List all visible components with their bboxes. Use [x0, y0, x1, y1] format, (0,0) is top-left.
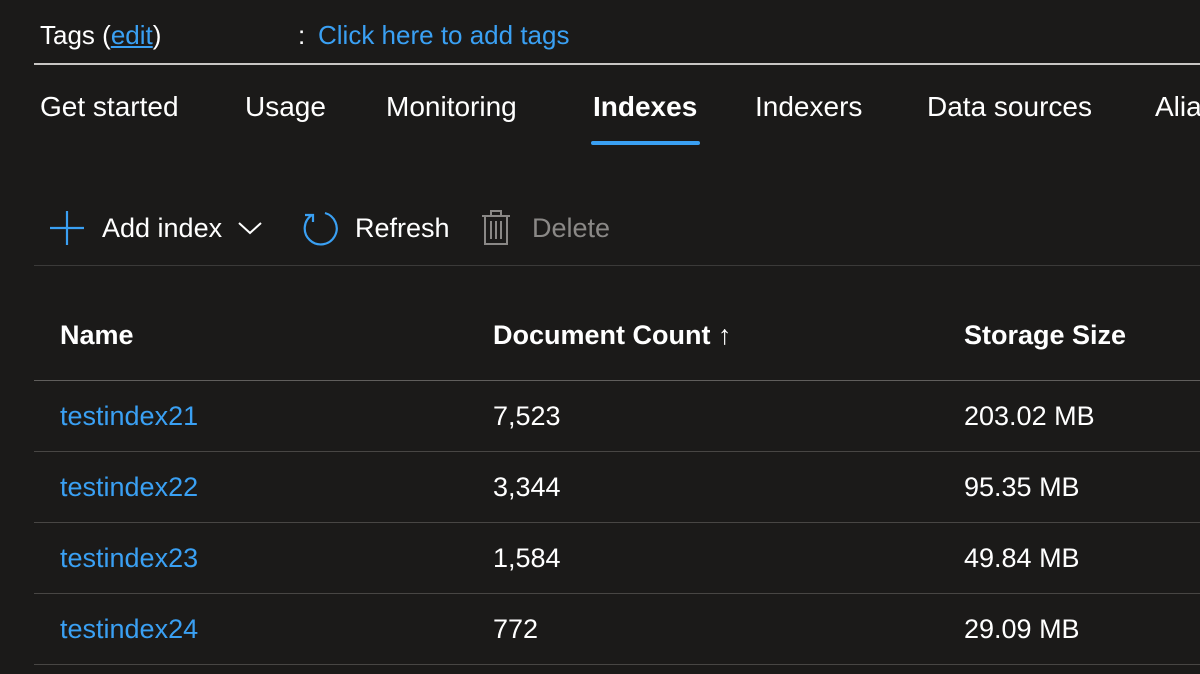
tab-aliases[interactable]: Alia	[1155, 80, 1200, 134]
table-header: Name Document Count ↑ Storage Size	[34, 298, 1200, 381]
tab-monitoring[interactable]: Monitoring	[386, 80, 517, 134]
index-name-link[interactable]: testindex21	[60, 381, 198, 451]
tab-indexes[interactable]: Indexes	[593, 80, 697, 134]
table-row: testindex21 7,523 203.02 MB	[34, 381, 1200, 452]
storage-size-cell: 29.09 MB	[964, 613, 1080, 644]
column-header-storage-size[interactable]: Storage Size	[964, 298, 1126, 372]
tags-label-suffix: )	[152, 19, 162, 50]
document-count-cell: 1,584	[493, 542, 561, 573]
tab-indexers[interactable]: Indexers	[755, 80, 862, 134]
tab-data-sources[interactable]: Data sources	[927, 80, 1092, 134]
essentials-divider	[34, 63, 1200, 65]
refresh-icon	[301, 209, 339, 247]
indexes-table: Name Document Count ↑ Storage Size testi…	[34, 298, 1200, 665]
table-row: testindex23 1,584 49.84 MB	[34, 523, 1200, 594]
tab-usage[interactable]: Usage	[245, 80, 326, 134]
tags-colon: :	[298, 19, 306, 50]
index-name-link[interactable]: testindex24	[60, 594, 198, 664]
column-header-document-count[interactable]: Document Count ↑	[493, 298, 731, 372]
document-count-cell: 772	[493, 613, 539, 644]
add-tags-link[interactable]: Click here to add tags	[318, 14, 569, 56]
tags-row: Tags (edit)	[40, 14, 161, 56]
chevron-down-icon[interactable]	[236, 219, 264, 237]
document-count-cell: 7,523	[493, 400, 561, 431]
table-row: testindex22 3,344 95.35 MB	[34, 452, 1200, 523]
delete-label: Delete	[532, 212, 611, 243]
add-index-button[interactable]: Add index	[48, 200, 264, 256]
storage-size-cell: 49.84 MB	[964, 542, 1080, 573]
tab-get-started[interactable]: Get started	[40, 80, 179, 134]
add-index-label: Add index	[102, 212, 223, 243]
column-header-name[interactable]: Name	[60, 298, 134, 372]
storage-size-cell: 95.35 MB	[964, 471, 1080, 502]
tab-bar: Get started Usage Monitoring Indexes Ind…	[0, 80, 1200, 150]
table-row: testindex24 772 29.09 MB	[34, 594, 1200, 665]
plus-icon	[48, 209, 86, 247]
tags-label-prefix: Tags (	[40, 19, 111, 50]
toolbar-divider	[34, 265, 1200, 266]
delete-button[interactable]: Delete	[480, 200, 610, 256]
storage-size-cell: 203.02 MB	[964, 400, 1095, 431]
tags-edit-link[interactable]: edit	[111, 20, 153, 51]
index-name-link[interactable]: testindex22	[60, 452, 198, 522]
search-service-page: Tags (edit) : Click here to add tags Get…	[0, 0, 1200, 674]
refresh-label: Refresh	[355, 212, 450, 243]
command-bar: Add index Refresh Delete	[0, 200, 1200, 256]
trash-icon	[480, 209, 512, 247]
refresh-button[interactable]: Refresh	[301, 200, 450, 256]
document-count-cell: 3,344	[493, 471, 561, 502]
active-tab-indicator	[591, 141, 700, 145]
index-name-link[interactable]: testindex23	[60, 523, 198, 593]
